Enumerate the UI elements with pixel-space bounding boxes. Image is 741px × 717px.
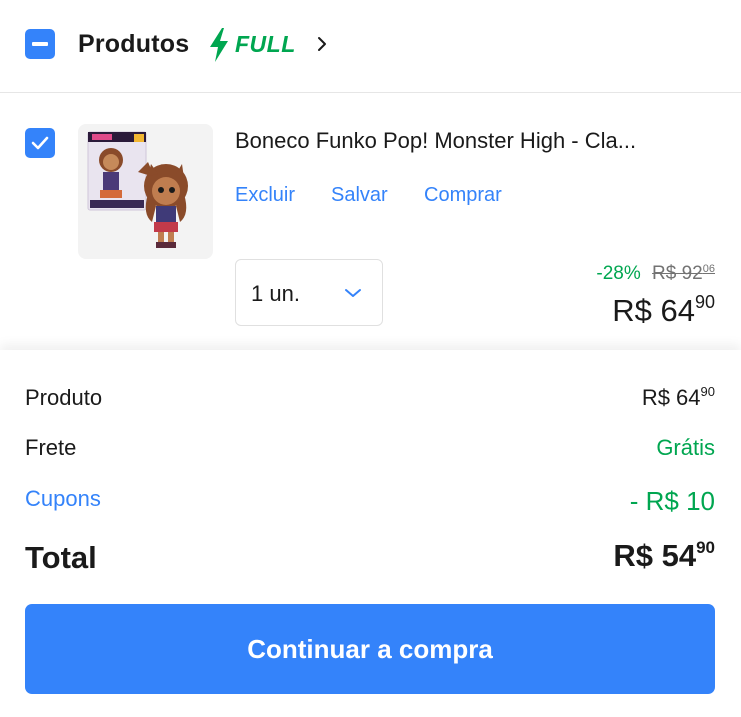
select-all-checkbox[interactable] xyxy=(25,29,55,59)
bolt-icon xyxy=(210,28,228,62)
order-summary: Produto R$ 6490 Frete Grátis Cupons - R$… xyxy=(0,350,741,717)
coupons-value: - R$ 10 xyxy=(629,486,715,516)
full-badge: FULL xyxy=(235,31,296,57)
section-title: Produtos xyxy=(78,30,190,58)
buy-link[interactable]: Comprar xyxy=(424,184,502,207)
product-image[interactable] xyxy=(78,124,213,259)
shipping-label: Frete xyxy=(25,435,77,460)
chevron-down-icon xyxy=(345,289,361,297)
current-price: R$ 6490 xyxy=(612,292,715,328)
item-checkbox[interactable] xyxy=(25,128,55,158)
product-subtotal: R$ 6490 xyxy=(641,384,715,410)
product-title[interactable]: Boneco Funko Pop! Monster High - Cla... xyxy=(235,128,715,154)
shipping-value: Grátis xyxy=(656,435,715,460)
save-link[interactable]: Salvar xyxy=(331,184,388,207)
quantity-select[interactable]: 1 un. xyxy=(235,259,383,326)
product-label: Produto xyxy=(25,385,103,410)
discount-line: -28% R$ 9206 xyxy=(596,263,715,285)
checkmark-icon xyxy=(31,136,49,150)
checkbox-partial-icon xyxy=(32,42,48,46)
cart-header: Produtos FULL xyxy=(0,0,741,93)
funko-box-illustration xyxy=(87,131,188,248)
discount-percent: -28% xyxy=(596,263,641,284)
total-label: Total xyxy=(25,540,97,575)
delete-link[interactable]: Excluir xyxy=(235,184,295,207)
coupons-link[interactable]: Cupons xyxy=(25,486,101,512)
total-value: R$ 5490 xyxy=(613,538,715,573)
quantity-value: 1 un. xyxy=(251,281,300,306)
chevron-right-icon[interactable] xyxy=(315,35,329,53)
old-price: R$ 9206 xyxy=(652,263,715,284)
continue-purchase-button[interactable]: Continuar a compra xyxy=(25,604,715,694)
